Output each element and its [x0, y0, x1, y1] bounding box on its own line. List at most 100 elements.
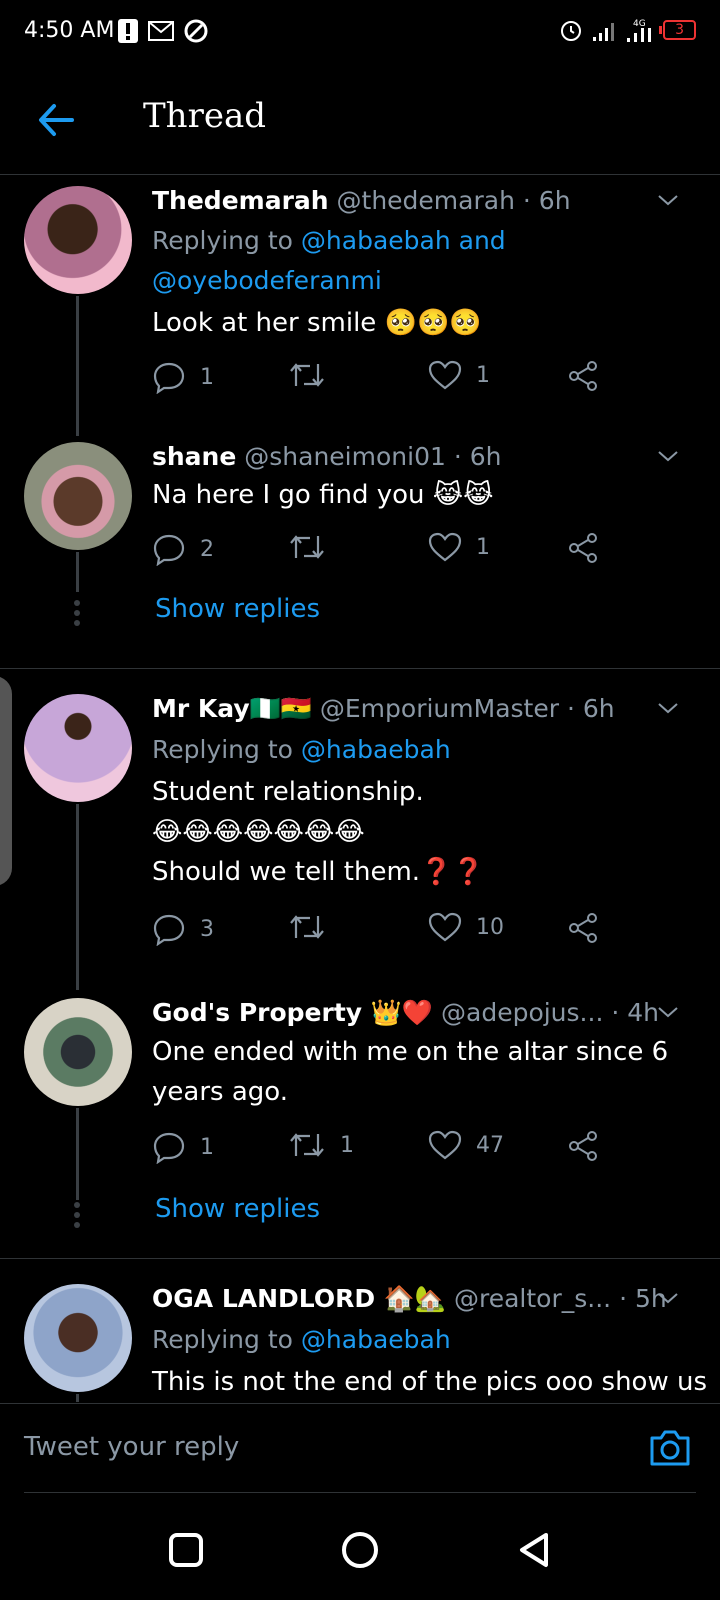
status-bar: 4:50 AM 4G 3	[0, 0, 720, 64]
tweet-actions: 1 1 47	[152, 1130, 632, 1170]
share-action[interactable]	[568, 1130, 600, 1162]
retweet-icon	[290, 915, 324, 939]
alarm-icon	[561, 21, 582, 41]
reply-action[interactable]: 1	[152, 360, 214, 394]
system-nav-bar	[0, 1500, 720, 1600]
app-icon	[184, 19, 208, 43]
reply-action[interactable]: 1	[152, 1130, 214, 1164]
reply-action[interactable]: 3	[152, 912, 214, 946]
reply-count: 3	[200, 916, 214, 942]
reply-count: 2	[200, 536, 214, 562]
back-triangle-icon[interactable]	[514, 1530, 554, 1570]
show-replies-link[interactable]: Show replies	[155, 1194, 320, 1224]
avatar[interactable]	[24, 1284, 132, 1392]
display-name[interactable]: Mr Kay🇳🇬🇬🇭	[152, 694, 312, 723]
alert-icon	[118, 19, 138, 43]
tweet-text: Na here I go find you 😹😹	[152, 480, 494, 510]
retweet-action[interactable]	[288, 912, 340, 942]
tweet-header: shane @shaneimoni01 · 6h	[152, 442, 692, 471]
tweet-time: · 6h	[566, 694, 615, 723]
retweet-count: 1	[340, 1132, 354, 1158]
chevron-down-icon[interactable]	[656, 1000, 680, 1024]
tweet-actions: 3 10	[152, 912, 632, 952]
mail-icon	[148, 21, 174, 41]
user-handle[interactable]: @EmporiumMaster	[320, 694, 559, 723]
tweet-text-line: years ago.	[152, 1077, 288, 1107]
svg-text:4G: 4G	[633, 19, 646, 29]
like-count: 47	[476, 1132, 504, 1158]
home-circle-icon[interactable]	[340, 1530, 380, 1570]
like-action[interactable]: 10	[428, 912, 504, 942]
recents-square-icon[interactable]	[166, 1530, 206, 1570]
tweet-text-line: One ended with me on the altar since 6	[152, 1037, 669, 1067]
tweet-text: Look at her smile 🥺🥺🥺	[152, 308, 482, 338]
user-handle[interactable]: @thedemarah	[337, 186, 515, 215]
share-icon	[569, 913, 597, 943]
tweet-text-line: Should we tell them.❓❓	[152, 857, 485, 887]
thread-line	[76, 804, 79, 990]
share-action[interactable]	[568, 360, 600, 392]
camera-icon[interactable]	[648, 1428, 692, 1468]
like-action[interactable]: 1	[428, 360, 490, 390]
show-replies-link[interactable]: Show replies	[155, 594, 320, 624]
thread-line	[76, 552, 79, 592]
tweet-reply-input[interactable]: Tweet your reply	[24, 1432, 239, 1462]
reply-count: 1	[200, 364, 214, 390]
tweet[interactable]: Thedemarah @thedemarah · 6h Replying to …	[0, 186, 720, 436]
mention-link[interactable]: @habaebah	[301, 1325, 451, 1354]
replying-prefix: Replying to	[152, 226, 293, 255]
mention-link[interactable]: @oyebodeferanmi	[152, 266, 382, 295]
reply-icon	[153, 914, 185, 946]
tweet[interactable]: OGA LANDLORD 🏠🏡 @realtor_s... · 5h Reply…	[0, 1284, 720, 1402]
replying-to: Replying to @habaebah	[152, 730, 692, 770]
chevron-down-icon[interactable]	[656, 696, 680, 720]
tweet-header: OGA LANDLORD 🏠🏡 @realtor_s... · 5h	[152, 1284, 692, 1314]
tweet-actions: 1 1	[152, 360, 632, 400]
tweet-text-line: Student relationship.	[152, 777, 424, 807]
divider	[0, 1258, 720, 1259]
tweet[interactable]: shane @shaneimoni01 · 6h Na here I go fi…	[0, 442, 720, 652]
share-icon	[569, 1131, 597, 1161]
display-name[interactable]: Thedemarah	[152, 186, 329, 215]
display-name[interactable]: shane	[152, 442, 236, 471]
tweet-time: · 6h	[453, 442, 502, 471]
heart-icon	[428, 360, 462, 390]
chevron-down-icon[interactable]	[656, 188, 680, 212]
user-handle[interactable]: @realtor_s...	[454, 1284, 611, 1313]
avatar[interactable]	[24, 186, 132, 294]
like-action[interactable]: 1	[428, 532, 490, 562]
tweet-text: This is not the end of the pics ooo show…	[152, 1367, 708, 1397]
tweet-time: · 6h	[522, 186, 571, 215]
tweet[interactable]: Mr Kay🇳🇬🇬🇭 @EmporiumMaster · 6h Replying…	[0, 694, 720, 990]
like-action[interactable]: 47	[428, 1130, 504, 1160]
app-header: Thread	[0, 64, 720, 175]
reply-icon	[153, 362, 185, 394]
display-name[interactable]: God's Property 👑❤️	[152, 998, 433, 1027]
user-handle[interactable]: @shaneimoni01	[244, 442, 446, 471]
retweet-action[interactable]	[288, 532, 340, 562]
avatar[interactable]	[24, 442, 132, 550]
heart-icon	[428, 1130, 462, 1160]
signal-4g-icon: 4G	[627, 19, 652, 42]
avatar[interactable]	[24, 998, 132, 1106]
chevron-down-icon[interactable]	[656, 1286, 680, 1310]
mention-link[interactable]: @habaebah and	[301, 226, 506, 255]
tweet-header: Mr Kay🇳🇬🇬🇭 @EmporiumMaster · 6h	[152, 694, 692, 724]
tweet-header: Thedemarah @thedemarah · 6h	[152, 186, 692, 215]
mention-link[interactable]: @habaebah	[301, 735, 451, 764]
back-arrow-icon[interactable]	[36, 100, 76, 140]
retweet-action[interactable]: 1	[288, 1130, 354, 1160]
reply-action[interactable]: 2	[152, 532, 214, 566]
chevron-down-icon[interactable]	[656, 444, 680, 468]
battery-icon: 3	[659, 20, 696, 40]
share-icon	[569, 361, 597, 391]
user-handle[interactable]: @adepojus...	[441, 998, 603, 1027]
tweet[interactable]: God's Property 👑❤️ @adepojus... · 4h One…	[0, 998, 720, 1228]
avatar[interactable]	[24, 694, 132, 802]
reply-icon	[153, 534, 185, 566]
share-action[interactable]	[568, 532, 600, 564]
share-action[interactable]	[568, 912, 600, 944]
display-name[interactable]: OGA LANDLORD 🏠🏡	[152, 1284, 446, 1313]
retweet-action[interactable]	[288, 360, 340, 390]
thread-dots	[74, 1202, 80, 1232]
